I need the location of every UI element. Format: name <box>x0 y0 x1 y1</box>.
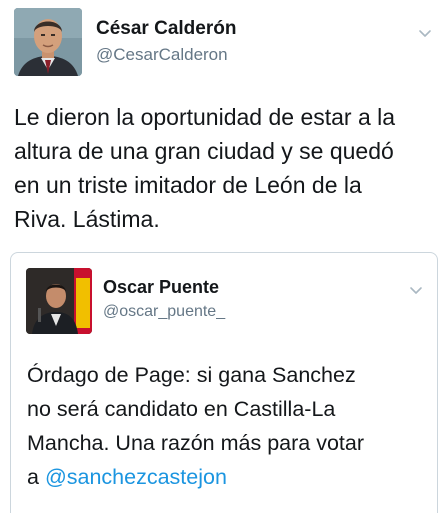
quoted-author-avatar[interactable] <box>26 268 92 334</box>
author-avatar[interactable] <box>14 8 82 76</box>
quoted-tweet[interactable]: Oscar Puente @oscar_puente_ Órdago de Pa… <box>10 252 438 513</box>
avatar-photo <box>14 8 82 76</box>
tweet-text-line: en un triste imitador de León de la <box>14 172 362 198</box>
avatar-photo <box>26 268 92 334</box>
tweet-text: Le dieron la oportunidad de estar a la a… <box>14 100 440 236</box>
quoted-text-line: no será candidato en Castilla-La <box>27 397 336 421</box>
tweet-text-line: Riva. Lástima. <box>14 206 160 232</box>
quoted-text-line: Órdago de Page: si gana Sanchez <box>27 363 356 387</box>
author-handle[interactable]: @CesarCalderon <box>96 45 228 65</box>
quoted-text-prefix: a <box>27 465 45 489</box>
tweet-text-line: altura de una gran ciudad y se quedó <box>14 138 394 164</box>
mention-link[interactable]: @sanchezcastejon <box>45 465 227 489</box>
quoted-author-name[interactable]: Oscar Puente <box>103 277 219 298</box>
tweet-text-line: Le dieron la oportunidad de estar a la <box>14 104 396 130</box>
author-name[interactable]: César Calderón <box>96 18 236 40</box>
tweet: César Calderón @CesarCalderon Le dieron … <box>0 0 446 513</box>
chevron-down-icon[interactable] <box>418 26 432 40</box>
quoted-text-line-last: a @sanchezcastejon <box>27 460 431 494</box>
chevron-down-icon[interactable] <box>409 283 423 297</box>
quoted-author-handle[interactable]: @oscar_puente_ <box>103 303 225 321</box>
quoted-text-line: Mancha. Una razón más para votar <box>27 431 364 455</box>
quoted-tweet-text: Órdago de Page: si gana Sanchez no será … <box>27 358 431 494</box>
